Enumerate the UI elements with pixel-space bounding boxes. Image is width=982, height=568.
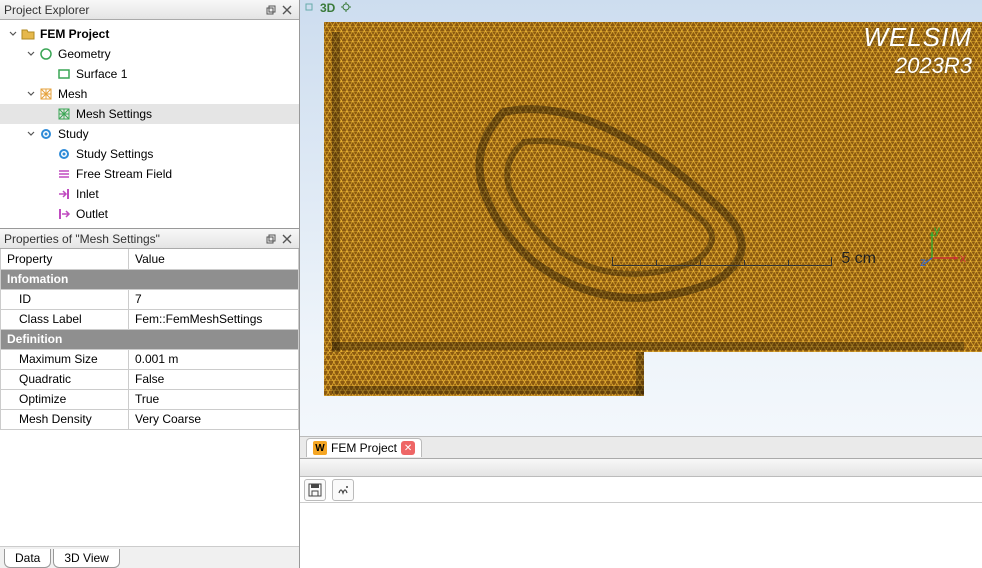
output-panel bbox=[300, 458, 982, 568]
outlet-icon bbox=[56, 206, 72, 222]
tree-item-label: Inlet bbox=[76, 187, 99, 201]
tree-item[interactable]: Study Settings bbox=[0, 144, 299, 164]
brand-version: 2023R3 bbox=[863, 53, 972, 79]
tree-item[interactable]: FEM Project bbox=[0, 24, 299, 44]
tree-item[interactable]: Geometry bbox=[0, 44, 299, 64]
property-value[interactable]: 7 bbox=[129, 289, 299, 309]
tab-3d-view[interactable]: 3D View bbox=[53, 549, 119, 568]
property-name: Optimize bbox=[1, 389, 129, 409]
tree-item-label: Mesh Settings bbox=[76, 107, 152, 121]
property-row[interactable]: OptimizeTrue bbox=[1, 389, 299, 409]
property-row[interactable]: ID7 bbox=[1, 289, 299, 309]
close-icon[interactable] bbox=[279, 231, 295, 247]
svg-text:y: y bbox=[934, 223, 940, 237]
tree-item[interactable]: Study bbox=[0, 124, 299, 144]
tree-expander-icon[interactable] bbox=[6, 30, 20, 38]
svg-text:x: x bbox=[960, 251, 966, 265]
property-value[interactable]: Very Coarse bbox=[129, 409, 299, 429]
tree-item-label: FEM Project bbox=[40, 27, 109, 41]
scale-bar bbox=[612, 256, 832, 266]
app-icon: W bbox=[313, 441, 327, 455]
brand-watermark: WELSIM 2023R3 bbox=[863, 22, 972, 79]
tree-item[interactable]: Mesh Settings bbox=[0, 104, 299, 124]
tree-item-label: Outlet bbox=[76, 207, 108, 221]
tab-data[interactable]: Data bbox=[4, 549, 51, 568]
property-name: Maximum Size bbox=[1, 349, 129, 369]
restore-icon[interactable] bbox=[263, 2, 279, 18]
tree-item-label: Geometry bbox=[58, 47, 111, 61]
document-tabs: W FEM Project ✕ bbox=[300, 436, 982, 458]
property-row[interactable]: Class LabelFem::FemMeshSettings bbox=[1, 309, 299, 329]
geom-icon bbox=[38, 46, 54, 62]
properties-header: Properties of "Mesh Settings" bbox=[0, 229, 299, 249]
target-icon[interactable] bbox=[341, 1, 351, 15]
property-name: Quadratic bbox=[1, 369, 129, 389]
property-value[interactable]: Fem::FemMeshSettings bbox=[129, 309, 299, 329]
viewport-header: 3D bbox=[300, 0, 982, 16]
properties-section-title: Infomation bbox=[1, 269, 299, 289]
study-icon bbox=[38, 126, 54, 142]
property-value[interactable]: True bbox=[129, 389, 299, 409]
output-body-text[interactable] bbox=[300, 503, 982, 568]
document-tab-label: FEM Project bbox=[331, 441, 397, 455]
property-value[interactable]: 0.001 m bbox=[129, 349, 299, 369]
tree-item[interactable]: Free Stream Field bbox=[0, 164, 299, 184]
project-explorer-header: Project Explorer bbox=[0, 0, 299, 20]
property-name: Class Label bbox=[1, 309, 129, 329]
tree-item[interactable]: Outlet bbox=[0, 204, 299, 224]
output-header bbox=[300, 459, 982, 477]
properties-section-title: Definition bbox=[1, 329, 299, 349]
properties-panel: Properties of "Mesh Settings" Property V… bbox=[0, 229, 299, 568]
tree-item-label: Free Stream Field bbox=[76, 167, 172, 181]
property-name: ID bbox=[1, 289, 129, 309]
property-row[interactable]: QuadraticFalse bbox=[1, 369, 299, 389]
brand-name: WELSIM bbox=[863, 22, 972, 53]
document-tab-fem-project[interactable]: W FEM Project ✕ bbox=[306, 438, 422, 457]
scale-label: 5 cm bbox=[841, 250, 876, 268]
close-icon[interactable] bbox=[279, 2, 295, 18]
tree-item[interactable]: Inlet bbox=[0, 184, 299, 204]
save-button[interactable] bbox=[304, 479, 326, 501]
close-icon[interactable]: ✕ bbox=[401, 441, 415, 455]
tree-item[interactable]: Surface 1 bbox=[0, 64, 299, 84]
viewport-mode-label: 3D bbox=[320, 1, 335, 15]
left-bottom-tabs: Data 3D View bbox=[0, 546, 299, 568]
meshset-icon bbox=[56, 106, 72, 122]
mesh-icon bbox=[38, 86, 54, 102]
property-row[interactable]: Mesh DensityVery Coarse bbox=[1, 409, 299, 429]
surface-icon bbox=[56, 66, 72, 82]
properties-title: Properties of "Mesh Settings" bbox=[4, 232, 263, 246]
property-name: Mesh Density bbox=[1, 409, 129, 429]
project-explorer-panel: Project Explorer FEM Project Geometry Surf… bbox=[0, 0, 299, 229]
properties-col-name: Property bbox=[1, 249, 129, 269]
tree-item-label: Study bbox=[58, 127, 89, 141]
tree-item-label: Surface 1 bbox=[76, 67, 127, 81]
property-row[interactable]: Maximum Size0.001 m bbox=[1, 349, 299, 369]
clear-button[interactable] bbox=[332, 479, 354, 501]
output-toolbar bbox=[300, 477, 982, 503]
svg-text:z: z bbox=[920, 255, 926, 269]
pin-icon[interactable] bbox=[304, 1, 314, 15]
tree-item-label: Mesh bbox=[58, 87, 87, 101]
property-value[interactable]: False bbox=[129, 369, 299, 389]
inlet-icon bbox=[56, 186, 72, 202]
tree-item-label: Study Settings bbox=[76, 147, 153, 161]
properties-table[interactable]: Property Value InfomationID7Class LabelF… bbox=[0, 249, 299, 430]
tree-expander-icon[interactable] bbox=[24, 90, 38, 98]
viewport-3d[interactable]: WELSIM 2023R3 5 cm x y z bbox=[300, 16, 982, 436]
tree-item[interactable]: Mesh bbox=[0, 84, 299, 104]
folder-icon bbox=[20, 26, 36, 42]
project-tree[interactable]: FEM Project Geometry Surface 1 Mesh Mesh Set… bbox=[0, 20, 299, 228]
properties-col-value: Value bbox=[129, 249, 299, 269]
field-icon bbox=[56, 166, 72, 182]
tree-expander-icon[interactable] bbox=[24, 130, 38, 138]
restore-icon[interactable] bbox=[263, 231, 279, 247]
gear-icon bbox=[56, 146, 72, 162]
axis-triad: x y z bbox=[924, 226, 964, 266]
project-explorer-title: Project Explorer bbox=[4, 3, 263, 17]
tree-expander-icon[interactable] bbox=[24, 50, 38, 58]
